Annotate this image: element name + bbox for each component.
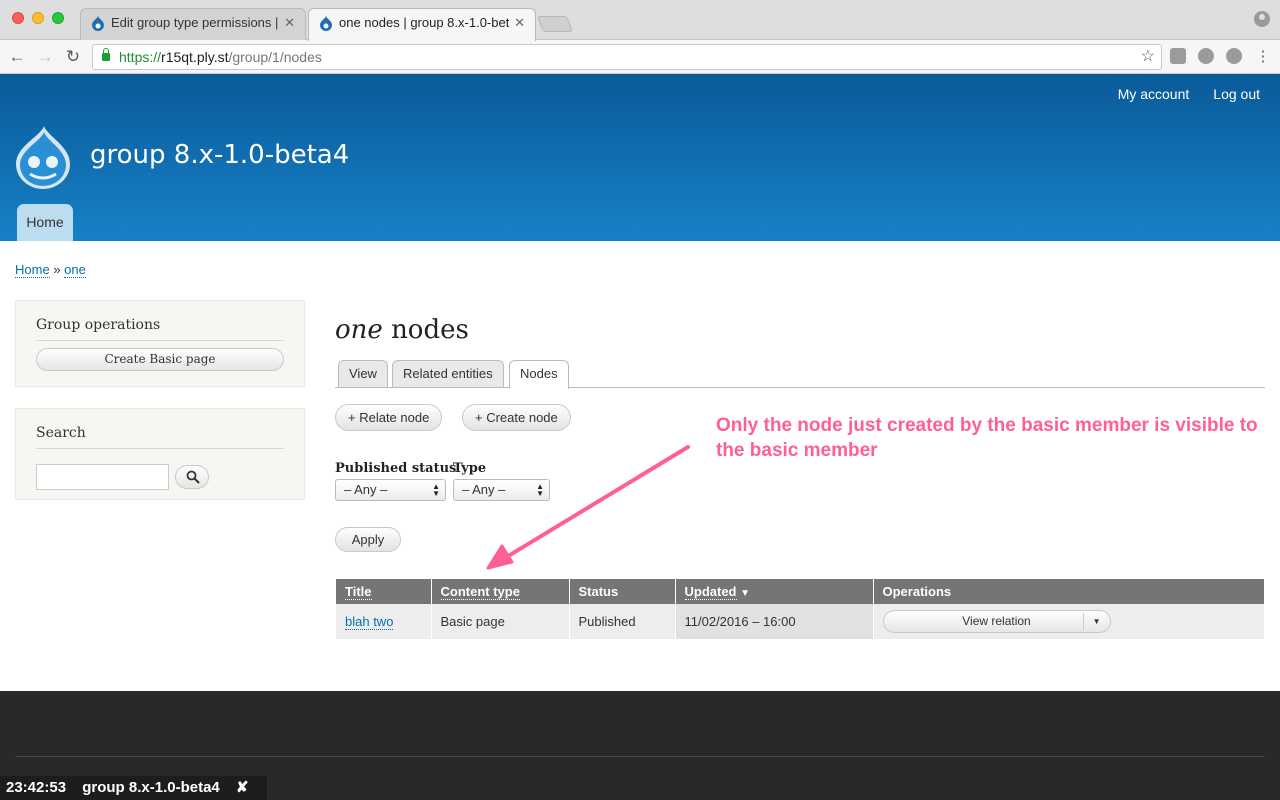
screencast-tray: 23:42:53 group 8.x-1.0-beta4 ✘ [0, 776, 267, 800]
create-node-button[interactable]: + Create node [462, 404, 571, 431]
reload-icon[interactable]: ↻ [62, 46, 84, 68]
browser-tab-permissions[interactable]: Edit group type permissions | ✕ [80, 8, 306, 41]
cell-content-type: Basic page [431, 604, 570, 639]
cell-title: blah two [336, 604, 432, 639]
drupal-logo-icon[interactable] [14, 124, 72, 190]
browser-tab-title: one nodes | group 8.x-1.0-bet [339, 15, 509, 30]
column-label: Operations [882, 584, 952, 599]
search-input[interactable] [36, 464, 169, 490]
lock-icon [102, 48, 110, 61]
url-path: /group/1/nodes [228, 49, 322, 65]
select-value: – Any – [344, 482, 388, 497]
bookmark-star-icon[interactable]: ☆ [1141, 45, 1155, 69]
dropbutton-separator [1082, 613, 1084, 630]
search-form [36, 464, 284, 490]
apply-button[interactable]: Apply [335, 527, 401, 552]
updown-arrow-icon: ▲ ▼ [432, 482, 440, 498]
page-title-group: one [335, 315, 383, 345]
column-content-type[interactable]: Content type [431, 579, 570, 604]
profile-icon[interactable] [1254, 11, 1270, 27]
breadcrumb-one[interactable]: one [64, 262, 86, 278]
site-header: My account Log out group 8.x-1.0-beta4 Ho… [0, 74, 1280, 241]
block-title: Search [36, 425, 284, 449]
cell-updated: 11/02/2016 – 16:00 [675, 604, 874, 639]
chevron-down-icon[interactable]: ▼ [1093, 611, 1101, 632]
tabs-divider [335, 387, 1265, 388]
published-status-select[interactable]: – Any – ▲ ▼ [335, 479, 446, 501]
refresh-extension-icon[interactable] [1226, 48, 1242, 64]
footer-divider [15, 756, 1265, 757]
column-operations: Operations [873, 579, 1265, 604]
browser-tab-title: Edit group type permissions | [111, 15, 279, 30]
search-button[interactable] [175, 465, 209, 489]
gear-extension-icon[interactable] [1198, 48, 1214, 64]
column-title[interactable]: Title [336, 579, 432, 604]
site-name[interactable]: group 8.x-1.0-beta4 [90, 140, 349, 170]
page-title-rest: nodes [391, 315, 469, 345]
nodes-table: Title Content type Status Updated ▼ Oper… [336, 579, 1265, 639]
tab-related-entities[interactable]: Related entities [392, 360, 504, 388]
create-basic-page-button[interactable]: Create Basic page [36, 348, 284, 371]
maximize-window-button[interactable] [52, 12, 64, 24]
browser-tabstrip: Edit group type permissions | ✕ one node… [0, 0, 1280, 41]
updown-arrow-icon: ▲ ▼ [536, 482, 544, 498]
close-tab-icon[interactable]: ✕ [514, 9, 525, 37]
close-window-button[interactable] [12, 12, 24, 24]
tray-close-icon[interactable]: ✘ [236, 779, 249, 796]
tray-time: 23:42:53 [6, 779, 67, 796]
tab-view[interactable]: View [338, 360, 388, 388]
page-title: one nodes [335, 315, 469, 345]
type-select[interactable]: – Any – ▲ ▼ [453, 479, 550, 501]
column-label: Status [578, 584, 619, 599]
tab-nodes[interactable]: Nodes [509, 360, 569, 389]
breadcrumb: Home » one [15, 262, 86, 278]
forward-icon[interactable]: → [34, 46, 56, 68]
node-title-link[interactable]: blah two [345, 614, 394, 630]
dropbutton-label: View relation [962, 614, 1031, 628]
search-block: Search [15, 408, 305, 500]
close-tab-icon[interactable]: ✕ [284, 9, 295, 37]
breadcrumb-home[interactable]: Home [15, 262, 50, 278]
main-menu-home[interactable]: Home [17, 204, 73, 241]
new-tab-button[interactable] [537, 16, 573, 32]
table-row: blah two Basic page Published 11/02/2016… [336, 604, 1265, 639]
published-status-label: Published status [335, 461, 457, 476]
column-label: Updated [684, 584, 737, 600]
block-title: Group operations [36, 317, 284, 341]
group-operations-block: Group operations Create Basic page [15, 300, 305, 387]
view-relation-dropbutton[interactable]: View relation ▼ [882, 610, 1111, 633]
breadcrumb-separator: » [53, 262, 61, 277]
camera-extension-icon[interactable] [1170, 48, 1186, 64]
relate-node-button[interactable]: + Relate node [335, 404, 443, 431]
url-host: r15qt.ply.st [161, 49, 229, 65]
select-value: – Any – [462, 482, 506, 497]
sort-desc-icon: ▼ [740, 588, 751, 599]
address-bar[interactable]: https://r15qt.ply.st/group/1/nodes ☆ [92, 44, 1162, 70]
column-status: Status [569, 579, 676, 604]
drupal-favicon-icon [92, 16, 104, 31]
browser-tab-nodes[interactable]: one nodes | group 8.x-1.0-bet ✕ [308, 8, 536, 41]
cell-status: Published [569, 604, 676, 639]
table-header-row: Title Content type Status Updated ▼ Oper… [336, 579, 1265, 604]
drupal-favicon-icon [320, 16, 332, 31]
search-icon [186, 470, 200, 484]
cell-operations: View relation ▼ [873, 604, 1265, 639]
type-label: Type [453, 461, 487, 476]
browser-toolbar: ← → ↻ https://r15qt.ply.st/group/1/nodes… [0, 40, 1280, 74]
url-scheme: https:// [119, 49, 162, 65]
menu-icon[interactable]: ⋮ [1252, 46, 1274, 68]
column-updated[interactable]: Updated ▼ [675, 579, 874, 604]
back-icon[interactable]: ← [6, 46, 28, 68]
secondary-menu: My account Log out [1094, 86, 1260, 102]
log-out-link[interactable]: Log out [1213, 86, 1260, 102]
tray-title: group 8.x-1.0-beta4 [82, 779, 220, 796]
column-label: Content type [440, 584, 520, 600]
minimize-window-button[interactable] [32, 12, 44, 24]
annotation-text: Only the node just created by the basic … [716, 415, 1258, 461]
column-label: Title [345, 584, 372, 600]
my-account-link[interactable]: My account [1118, 86, 1190, 102]
